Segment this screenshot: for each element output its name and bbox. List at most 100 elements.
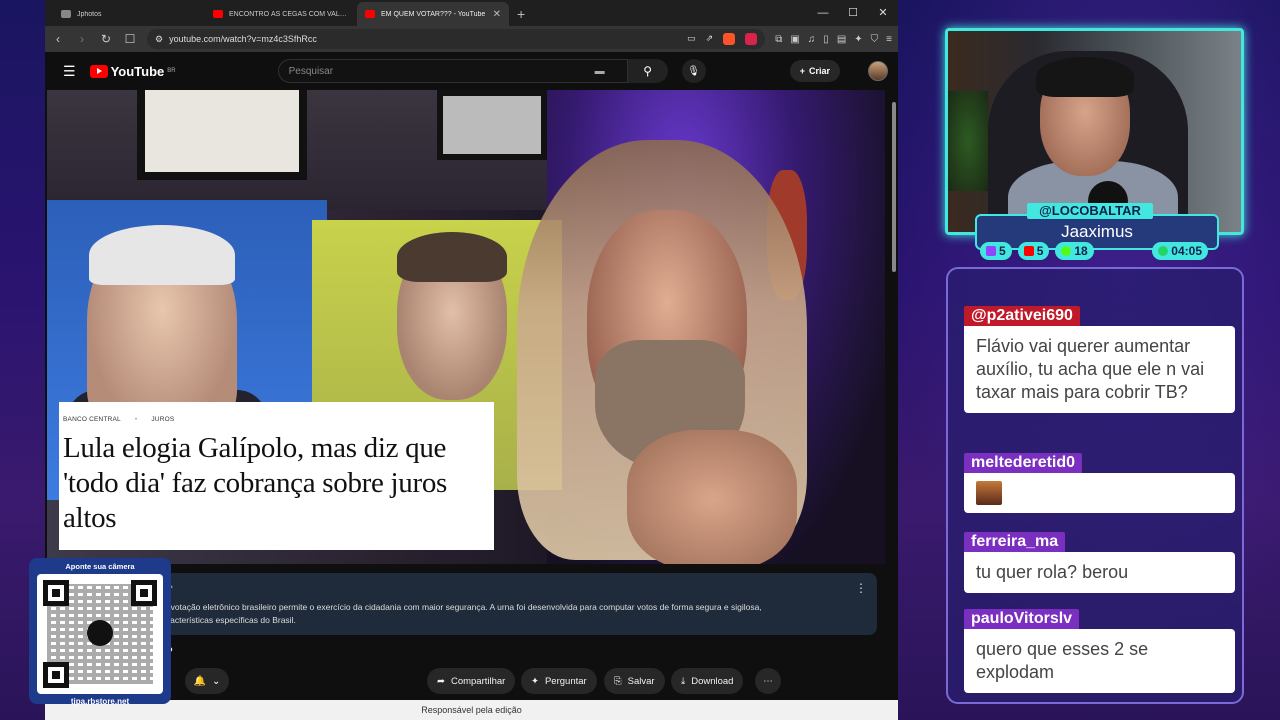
- brave-shield-icon[interactable]: [723, 33, 736, 45]
- save-button[interactable]: ⎘ Salvar: [604, 668, 665, 694]
- sparkle-icon: ✦: [531, 675, 539, 687]
- description-text-line: na de votação eletrônico brasileiro perm…: [147, 602, 762, 612]
- ai-icon[interactable]: ✦: [854, 34, 862, 45]
- wallet-icon[interactable]: ▤: [837, 34, 846, 45]
- download-icon: ⤓: [681, 675, 686, 687]
- youtube-play-icon: [89, 64, 108, 78]
- headline-tag-separator: •: [134, 416, 138, 423]
- music-icon[interactable]: ♫: [808, 34, 816, 45]
- chat-username: pauloVitorslv: [964, 609, 1080, 629]
- site-info-icon[interactable]: ⚙: [155, 34, 163, 45]
- tab-label: Jphotos: [77, 10, 102, 18]
- video-description-box[interactable]: rasil ↗ na de votação eletrônico brasile…: [135, 573, 877, 635]
- new-tab-button[interactable]: +: [509, 2, 533, 26]
- bookmark-icon[interactable]: ☐: [123, 32, 137, 46]
- browser-window: Jphotos ENCONTRO ÀS CEGAS COM VALENTINA …: [45, 0, 898, 720]
- ask-label: Perguntar: [544, 675, 587, 687]
- qr-code-image: [37, 574, 163, 694]
- search-placeholder: Pesquisar: [288, 65, 334, 77]
- share-arrow-icon: ➦: [437, 675, 445, 687]
- screenshot-icon[interactable]: ▣: [790, 34, 799, 45]
- kick-count: 18: [1074, 244, 1088, 258]
- twitch-count: 5: [999, 244, 1006, 258]
- share-icon[interactable]: ⇗: [706, 33, 714, 45]
- chat-message-body: [964, 473, 1235, 513]
- chat-message-text: tu quer rola? berou: [964, 552, 1235, 593]
- notifications-button[interactable]: 🔔 ⌄: [185, 668, 229, 694]
- youtube-page: ☰ YouTube BR Pesquisar ▬ ⚲ 🎙 + Criar BAN…: [45, 52, 898, 720]
- tab-jphotos[interactable]: Jphotos: [53, 2, 205, 26]
- tab-em-quem-votar[interactable]: EM QUEM VOTAR??? - YouTube ✕: [357, 2, 509, 26]
- more-actions-button[interactable]: ⋯: [755, 668, 781, 694]
- extension-icon[interactable]: ⧉: [775, 34, 782, 45]
- tab-label: EM QUEM VOTAR??? - YouTube: [381, 10, 486, 18]
- ask-button[interactable]: ✦ Perguntar: [521, 668, 597, 694]
- close-window-icon[interactable]: ✕: [868, 0, 898, 26]
- youtube-count: 5: [1036, 244, 1044, 258]
- twitch-viewers: 5: [980, 242, 1012, 260]
- cast-icon[interactable]: ▭: [687, 33, 696, 45]
- chat-panel: @p2ativei690 Flávio vai querer aumentar …: [946, 267, 1244, 704]
- tab-encontro[interactable]: ENCONTRO ÀS CEGAS COM VALENTINA BA...: [205, 2, 357, 26]
- url-field[interactable]: ⚙ youtube.com/watch?v=mz4c3SfhRcc ▭ ⇗: [147, 29, 766, 49]
- bell-icon: 🔔: [193, 675, 207, 687]
- voice-search-button[interactable]: 🎙: [681, 59, 706, 83]
- wall-picture-frame: [437, 90, 547, 160]
- back-icon[interactable]: ‹: [51, 32, 65, 46]
- kick-viewers: 18: [1055, 242, 1094, 260]
- kick-icon: [1061, 246, 1072, 256]
- clock-icon: [1158, 246, 1169, 256]
- download-button[interactable]: ⤓ Download: [671, 668, 744, 694]
- reload-icon[interactable]: ↻: [99, 32, 113, 46]
- vpn-icon[interactable]: ⛉: [871, 34, 879, 45]
- plus-icon: +: [799, 66, 805, 76]
- search-input[interactable]: Pesquisar ▬: [277, 59, 628, 83]
- qr-top-text: Aponte sua câmera: [65, 562, 135, 571]
- menu-icon[interactable]: ≡: [886, 34, 892, 45]
- scrollbar-thumb[interactable]: [892, 102, 896, 272]
- create-button[interactable]: + Criar: [789, 60, 840, 82]
- youtube-logo-text: YouTube: [110, 63, 165, 79]
- host-hand: [627, 430, 797, 564]
- qr-finder-pattern: [43, 662, 69, 688]
- save-label: Salvar: [627, 675, 655, 687]
- uptime-value: 04:05: [1171, 244, 1202, 258]
- forward-icon[interactable]: ›: [75, 32, 89, 46]
- chat-username: @p2ativei690: [964, 306, 1080, 326]
- qr-code-overlay: Aponte sua câmera tipa.rbstore.net: [29, 558, 171, 706]
- qr-finder-pattern: [131, 580, 157, 606]
- chat-message: ferreira_ma tu quer rola? berou: [964, 532, 1235, 593]
- youtube-icon: [1023, 246, 1034, 256]
- chat-message-text: Flávio vai querer aumentar auxílio, tu a…: [964, 326, 1235, 413]
- streamer-handle: @LOCOBALTAR: [1027, 203, 1153, 219]
- extensions-bar: ⧉ ▣ ♫ ▯ ▤ ✦ ⛉ ≡: [775, 34, 892, 45]
- brave-rewards-icon[interactable]: [745, 33, 758, 45]
- hamburger-menu-icon[interactable]: ☰: [63, 63, 76, 80]
- url-text: youtube.com/watch?v=mz4c3SfhRcc: [169, 34, 317, 44]
- search-button[interactable]: ⚲: [627, 59, 668, 83]
- streamer-hair: [1036, 57, 1134, 97]
- share-label: Compartilhar: [450, 675, 506, 687]
- video-player[interactable]: BANCO CENTRAL • JUROS Lula elogia Galípo…: [47, 90, 885, 564]
- bookmark-save-icon: ⎘: [614, 675, 622, 687]
- youtube-logo[interactable]: YouTube BR: [89, 63, 176, 79]
- minimize-icon[interactable]: —: [808, 0, 838, 26]
- youtube-favicon-icon: [365, 10, 375, 18]
- region-code: BR: [167, 68, 176, 74]
- chat-message: pauloVitorslv quero que esses 2 se explo…: [964, 609, 1235, 693]
- share-button[interactable]: ➦ Compartilhar: [427, 668, 516, 694]
- keyboard-icon[interactable]: ▬: [595, 66, 605, 77]
- download-label: Download: [691, 675, 734, 687]
- description-link[interactable]: rasil ↗: [147, 583, 865, 594]
- stream-uptime: 04:05: [1152, 242, 1208, 260]
- sidebar-icon[interactable]: ▯: [823, 34, 829, 45]
- news-headline-card: BANCO CENTRAL • JUROS Lula elogia Galípo…: [59, 402, 494, 550]
- maximize-icon[interactable]: ☐: [838, 0, 868, 26]
- more-options-icon[interactable]: ⋮: [855, 581, 867, 595]
- ellipsis-icon: ⋯: [763, 675, 773, 687]
- tab-bar: Jphotos ENCONTRO ÀS CEGAS COM VALENTINA …: [45, 0, 898, 26]
- headline-tag: JUROS: [151, 416, 175, 423]
- account-avatar[interactable]: [868, 61, 888, 81]
- close-tab-icon[interactable]: ✕: [493, 9, 501, 20]
- youtube-header: ☰ YouTube BR Pesquisar ▬ ⚲ 🎙 + Criar: [45, 52, 898, 90]
